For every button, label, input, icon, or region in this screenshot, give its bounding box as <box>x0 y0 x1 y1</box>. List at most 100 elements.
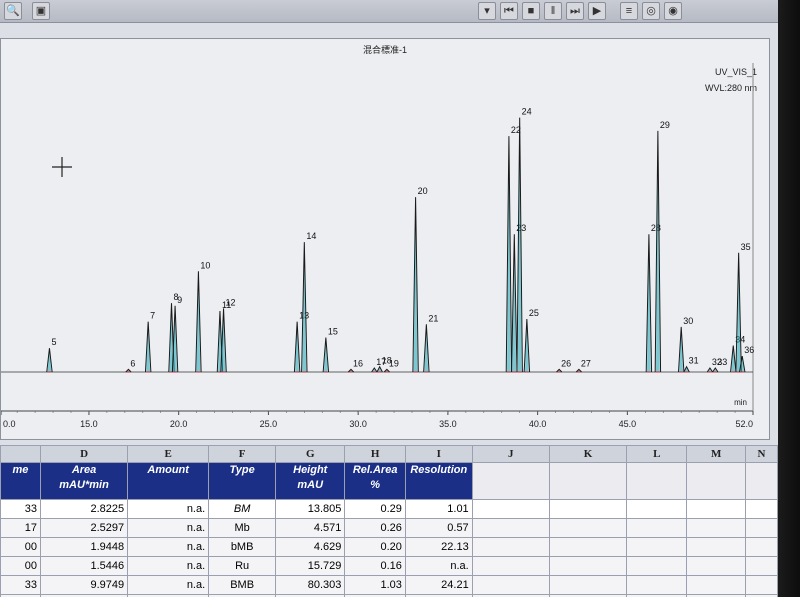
empty-header-l[interactable] <box>626 462 688 500</box>
globe-icon[interactable]: ◎ <box>642 2 660 20</box>
col-letter-k[interactable]: K <box>548 445 628 463</box>
header-resolution[interactable]: Resolution <box>404 462 473 500</box>
empty-cell[interactable] <box>626 537 688 557</box>
cell-type[interactable]: bMB <box>208 537 277 557</box>
cell-area[interactable]: 2.5297 <box>39 518 129 538</box>
header-time[interactable]: me <box>0 462 41 500</box>
cell-resolution[interactable]: n.a. <box>404 556 473 576</box>
col-letter-n[interactable]: N <box>744 445 778 463</box>
cell-type[interactable]: BMB <box>208 575 277 595</box>
empty-cell[interactable] <box>548 537 628 557</box>
col-letter-m[interactable]: M <box>686 445 746 463</box>
pause-icon[interactable]: ‖ <box>544 2 562 20</box>
cell-type[interactable]: Ru <box>208 556 277 576</box>
col-letter-h[interactable]: H <box>344 445 406 463</box>
empty-cell[interactable] <box>548 575 628 595</box>
empty-cell[interactable] <box>744 518 778 538</box>
cell-area[interactable]: 1.9448 <box>39 537 129 557</box>
empty-header-m[interactable] <box>686 462 746 500</box>
cell-type[interactable]: Mb <box>208 518 277 538</box>
empty-cell[interactable] <box>744 499 778 519</box>
cell-height[interactable]: 4.571 <box>275 518 346 538</box>
col-letter-c[interactable] <box>0 445 41 463</box>
cell-resolution[interactable]: 24.21 <box>404 575 473 595</box>
header-height[interactable]: Height mAU <box>275 462 346 500</box>
empty-cell[interactable] <box>548 499 628 519</box>
cell-height[interactable]: 80.303 <box>275 575 346 595</box>
empty-cell[interactable] <box>686 518 746 538</box>
header-rel-area[interactable]: Rel.Area% <box>344 462 406 500</box>
col-letter-f[interactable]: F <box>208 445 277 463</box>
cell-time[interactable]: 33 <box>0 499 41 519</box>
cell-rel-area[interactable]: 0.20 <box>344 537 406 557</box>
col-letter-d[interactable]: D <box>39 445 129 463</box>
cell-resolution[interactable]: 0.57 <box>404 518 473 538</box>
empty-cell[interactable] <box>686 575 746 595</box>
step-icon[interactable]: ⏭ <box>566 2 584 20</box>
cell-time[interactable]: 00 <box>0 537 41 557</box>
table-row[interactable]: 00 1.9448 n.a. bMB 4.629 0.20 22.13 <box>0 537 778 557</box>
empty-cell[interactable] <box>471 518 550 538</box>
col-letter-j[interactable]: J <box>471 445 550 463</box>
chromatogram-plot[interactable]: 0.0 15.0 20.0 25.0 30.0 35.0 40.0 45.0 52.0 min 5 6… <box>1 39 769 439</box>
empty-cell[interactable] <box>471 575 550 595</box>
empty-cell[interactable] <box>744 537 778 557</box>
empty-cell[interactable] <box>471 537 550 557</box>
header-amount[interactable]: Amount <box>127 462 210 500</box>
cell-rel-area[interactable]: 0.16 <box>344 556 406 576</box>
empty-cell[interactable] <box>626 518 688 538</box>
step-back-icon[interactable]: ⏮ <box>500 2 518 20</box>
play-icon[interactable]: ▶ <box>588 2 606 20</box>
empty-cell[interactable] <box>686 499 746 519</box>
header-area[interactable]: Area mAU*min <box>39 462 129 500</box>
empty-cell[interactable] <box>744 556 778 576</box>
empty-cell[interactable] <box>471 556 550 576</box>
empty-cell[interactable] <box>626 499 688 519</box>
arrow-icon[interactable]: ▾ <box>478 2 496 20</box>
zoom-icon[interactable]: 🔍 <box>4 2 22 20</box>
empty-header-k[interactable] <box>548 462 628 500</box>
col-letter-e[interactable]: E <box>127 445 210 463</box>
cell-resolution[interactable]: 22.13 <box>404 537 473 557</box>
cell-amount[interactable]: n.a. <box>127 556 210 576</box>
empty-header-n[interactable] <box>744 462 778 500</box>
empty-cell[interactable] <box>686 556 746 576</box>
cell-height[interactable]: 15.729 <box>275 556 346 576</box>
settings-icon[interactable]: ≡ <box>620 2 638 20</box>
cell-time[interactable]: 33 <box>0 575 41 595</box>
cell-amount[interactable]: n.a. <box>127 537 210 557</box>
table-row[interactable]: 17 2.5297 n.a. Mb 4.571 0.26 0.57 <box>0 518 778 538</box>
col-letter-l[interactable]: L <box>626 445 688 463</box>
stop-icon[interactable]: ■ <box>522 2 540 20</box>
cell-amount[interactable]: n.a. <box>127 575 210 595</box>
cell-area[interactable]: 2.8225 <box>39 499 129 519</box>
cell-rel-area[interactable]: 0.29 <box>344 499 406 519</box>
chromatogram-panel[interactable]: 混合標准-1 UV_VIS_1 WVL:280 nm 0.0 15.0 20.0 25… <box>0 38 770 440</box>
empty-cell[interactable] <box>626 556 688 576</box>
col-letter-g[interactable]: G <box>275 445 346 463</box>
cell-type[interactable]: BM <box>208 499 277 519</box>
empty-header-j[interactable] <box>471 462 550 500</box>
empty-cell[interactable] <box>548 556 628 576</box>
empty-cell[interactable] <box>626 575 688 595</box>
peak-table-panel[interactable]: D E F G H I J K L M N me Area mAU*min Amo… <box>0 445 778 597</box>
cell-rel-area[interactable]: 1.03 <box>344 575 406 595</box>
save-icon[interactable]: ▣ <box>32 2 50 20</box>
empty-cell[interactable] <box>744 575 778 595</box>
cell-time[interactable]: 17 <box>0 518 41 538</box>
cell-amount[interactable]: n.a. <box>127 518 210 538</box>
cell-resolution[interactable]: 1.01 <box>404 499 473 519</box>
cell-amount[interactable]: n.a. <box>127 499 210 519</box>
table-row[interactable]: 00 1.5446 n.a. Ru 15.729 0.16 n.a. <box>0 556 778 576</box>
table-row[interactable]: 33 2.8225 n.a. BM 13.805 0.29 1.01 <box>0 499 778 519</box>
empty-cell[interactable] <box>548 518 628 538</box>
empty-cell[interactable] <box>686 537 746 557</box>
cell-rel-area[interactable]: 0.26 <box>344 518 406 538</box>
header-type[interactable]: Type <box>208 462 277 500</box>
world-icon[interactable]: ◉ <box>664 2 682 20</box>
cell-area[interactable]: 1.5446 <box>39 556 129 576</box>
empty-cell[interactable] <box>471 499 550 519</box>
cell-area[interactable]: 9.9749 <box>39 575 129 595</box>
cell-height[interactable]: 4.629 <box>275 537 346 557</box>
cell-height[interactable]: 13.805 <box>275 499 346 519</box>
